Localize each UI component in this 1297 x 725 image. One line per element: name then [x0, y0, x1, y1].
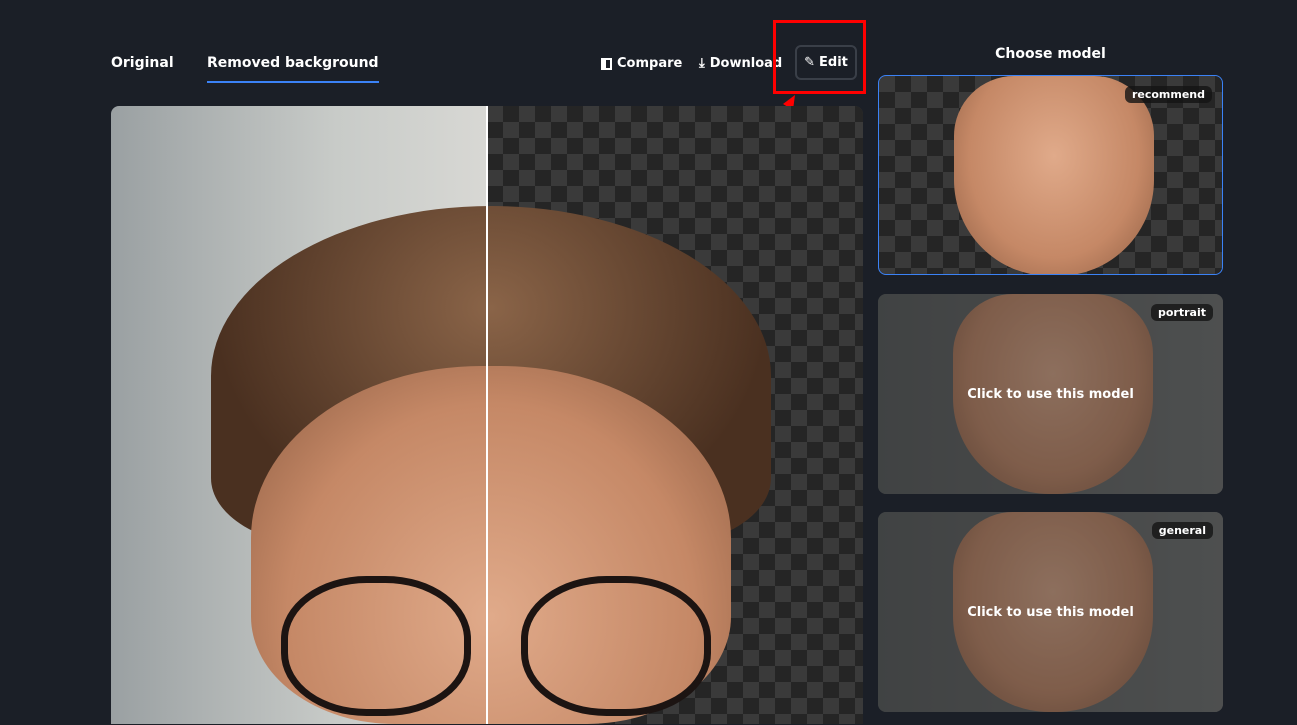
use-model-overlay: Click to use this model: [878, 512, 1223, 712]
compare-button[interactable]: Compare: [601, 56, 682, 71]
use-model-overlay: Click to use this model: [878, 294, 1223, 494]
glasses-right: [521, 576, 711, 716]
model-card-general[interactable]: Click to use this model general: [878, 512, 1223, 712]
tab-removed-background[interactable]: Removed background: [207, 55, 379, 83]
model-badge: general: [1151, 522, 1213, 539]
image-comparison-viewer[interactable]: [111, 106, 863, 724]
thumbnail-face: [954, 76, 1154, 274]
glasses-left: [281, 576, 471, 716]
overlay-text: Click to use this model: [967, 604, 1134, 620]
compare-icon: [601, 57, 612, 70]
highlight-box: [773, 20, 866, 94]
model-card-portrait[interactable]: Click to use this model portrait: [878, 294, 1223, 494]
overlay-text: Click to use this model: [967, 386, 1134, 402]
tab-original[interactable]: Original: [111, 55, 174, 71]
compare-slider[interactable]: [486, 106, 488, 724]
download-button[interactable]: ⤓ Download: [699, 56, 782, 71]
download-label: Download: [709, 56, 783, 71]
model-badge: recommend: [1124, 86, 1212, 103]
model-badge: portrait: [1151, 304, 1213, 321]
download-icon: ⤓: [699, 56, 705, 71]
compare-label: Compare: [617, 56, 683, 71]
choose-model-title: Choose model: [995, 46, 1106, 62]
model-card-recommend[interactable]: recommend: [878, 75, 1223, 275]
